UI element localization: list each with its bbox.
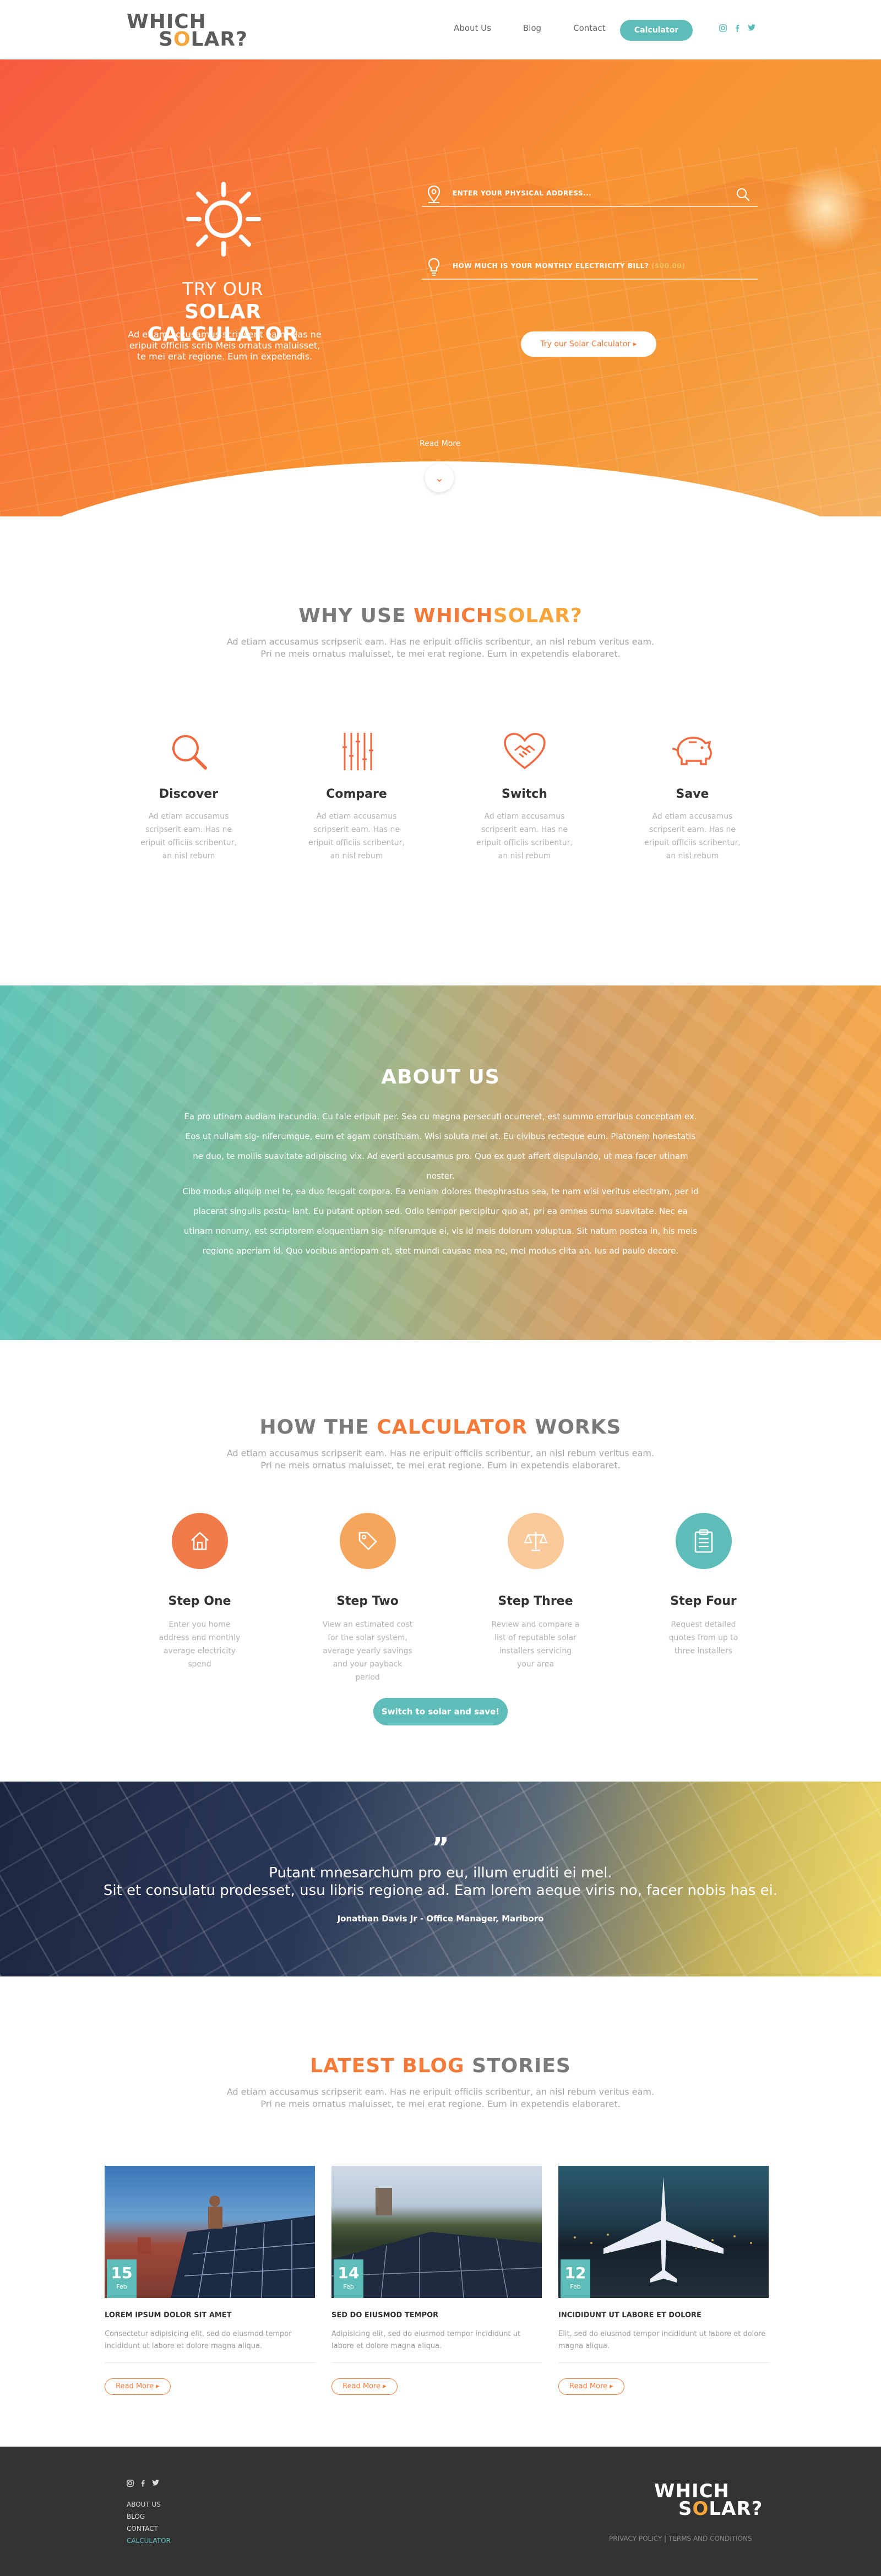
blog-cards: 15 Feb LOREM IPSUM DOLOR SIT AMET Consect… [105,2166,777,2395]
about-paragraph-1: Ea pro utinam audiam iracundia. Cu tale … [184,1112,697,1181]
scroll-down-button[interactable]: ⌄ [425,464,454,492]
instagram-icon[interactable] [719,24,727,32]
features-row: Discover Ad etiam accusamus scripserit e… [105,727,776,863]
how-title: HOW THE CALCULATOR WORKS [259,1416,622,1439]
hero-read-more[interactable]: Read More [420,439,460,448]
feature-switch: Switch Ad etiam accusamus scripserit eam… [440,727,608,863]
steps-row: Step One Enter you home address and mont… [116,1513,787,1684]
testimonial-text: Putant mnesarchum pro eu, illum eruditi … [103,1865,778,1899]
instagram-icon[interactable] [127,2480,134,2487]
footer-links: ABOUT US BLOG CONTACT CALCULATOR [127,2498,171,2547]
header-social [719,24,755,32]
twitter-icon[interactable] [748,24,755,31]
about-title: ABOUT US [381,1066,500,1088]
heart-handshake-icon [503,733,546,770]
clipboard-icon [694,1529,713,1553]
footer-link-calculator[interactable]: CALCULATOR [127,2535,171,2547]
step-three: Step Three Review and compare a list of … [452,1513,619,1684]
blog-card-1: 15 Feb LOREM IPSUM DOLOR SIT AMET Consect… [105,2166,315,2395]
piggy-bank-icon [672,737,712,765]
feature-compare: Compare Ad etiam accusamus scripserit ea… [273,727,440,863]
about-paragraph-2: Cibo modus aliquip mei te, ea duo feugai… [182,1186,699,1256]
footer-link-about[interactable]: ABOUT US [127,2498,171,2510]
step-four: Step Four Request detailed quotes from u… [619,1513,787,1684]
quote-mark-icon: ” [432,1832,449,1863]
blog-image-roof-workers[interactable]: 15 Feb [105,2166,315,2298]
blog-image-solar-roof[interactable]: 14 Feb [331,2166,542,2298]
scale-icon [523,1532,548,1551]
step-three-badge [507,1513,564,1569]
twitter-icon[interactable] [152,2480,159,2486]
footer-legal-links[interactable]: PRIVACY POLICY | TERMS AND CONDITIONS [609,2535,752,2542]
why-subtitle: Ad etiam accusamus scripserit eam. Has n… [226,636,655,659]
tag-icon [358,1532,377,1550]
step-one-badge [171,1513,228,1569]
footer-social [127,2480,159,2487]
electricity-bill-input[interactable]: HOW MUCH IS YOUR MONTHLY ELECTRICITY BIL… [422,255,758,280]
step-two: Step Two View an estimated cost for the … [284,1513,452,1684]
site-header: WHICH SOLAR? About Us Blog Contact Calcu… [0,0,881,59]
testimonial-section: ” Putant mnesarchum pro eu, illum erudit… [0,1782,881,1976]
blog-read-more-button[interactable]: Read More ▸ [105,2378,171,2395]
blog-read-more-button[interactable]: Read More ▸ [331,2378,398,2395]
step-one: Step One Enter you home address and mont… [116,1513,284,1684]
testimonial-author: Jonathan Davis Jr - Office Manager, Mari… [337,1914,544,1924]
facebook-icon[interactable] [735,24,740,32]
about-section: ABOUT US Ea pro utinam audiam iracundia.… [0,985,881,1340]
try-calculator-button[interactable]: Try our Solar Calculator ▸ [521,331,656,357]
hero-description: Ad etiam accusamus scripserit eam. Has n… [128,329,322,362]
nav-contact[interactable]: Contact [573,23,605,33]
step-four-badge [675,1513,732,1569]
feature-save: Save Ad etiam accusamus scripserit eam. … [608,727,776,863]
hero: TRY OUR SOLAR CALCULATOR Ad etiam accusa… [0,59,881,516]
feature-discover: Discover Ad etiam accusamus scripserit e… [105,727,273,863]
magnifier-icon [172,735,207,770]
blog-subtitle: Ad etiam accusamus scripserit eam. Has n… [226,2087,655,2109]
blog-read-more-button[interactable]: Read More ▸ [558,2378,624,2395]
step-two-badge [339,1513,396,1569]
lightbulb-icon [428,258,440,276]
hero-sun-glow [782,164,870,252]
logo[interactable]: WHICH SOLAR? [127,12,248,50]
blog-card-3: 12 Feb INCIDIDUNT UT LABORE ET DOLORE Eli… [558,2166,769,2395]
how-subtitle: Ad etiam accusamus scripserit eam. Has n… [226,1448,655,1471]
calculator-button[interactable]: Calculator [620,20,693,41]
compare-bars-icon [342,733,373,770]
blog-image-airplane[interactable]: 12 Feb [558,2166,769,2298]
search-icon[interactable] [736,187,750,201]
footer-logo[interactable]: WHICH SOLAR? [654,2482,763,2518]
blog-date-badge: 14 Feb [334,2259,363,2298]
blog-title: LATEST BLOG STORIES [310,2055,571,2077]
footer-link-contact[interactable]: CONTACT [127,2523,171,2535]
main-nav: About Us Blog Contact [454,23,605,33]
site-footer: ABOUT US BLOG CONTACT CALCULATOR WHICH S… [0,2447,881,2576]
sun-icon [186,182,261,257]
switch-to-solar-button[interactable]: Switch to solar and save! [373,1698,508,1725]
footer-link-blog[interactable]: BLOG [127,2510,171,2523]
home-icon [191,1532,209,1550]
map-pin-icon [427,185,440,203]
blog-card-2: 14 Feb SED DO EIUSMOD TEMPOR Adipisicing … [331,2166,542,2395]
address-input[interactable]: ENTER YOUR PHYSICAL ADDRESS... [422,183,758,207]
nav-about-us[interactable]: About Us [454,23,491,33]
page: WHICH SOLAR? About Us Blog Contact Calcu… [0,0,881,2576]
facebook-icon[interactable] [140,2480,145,2487]
blog-date-badge: 12 Feb [561,2259,590,2298]
nav-blog[interactable]: Blog [523,23,541,33]
blog-date-badge: 15 Feb [107,2259,137,2298]
why-title: WHY USE WHICHSOLAR? [298,604,583,627]
